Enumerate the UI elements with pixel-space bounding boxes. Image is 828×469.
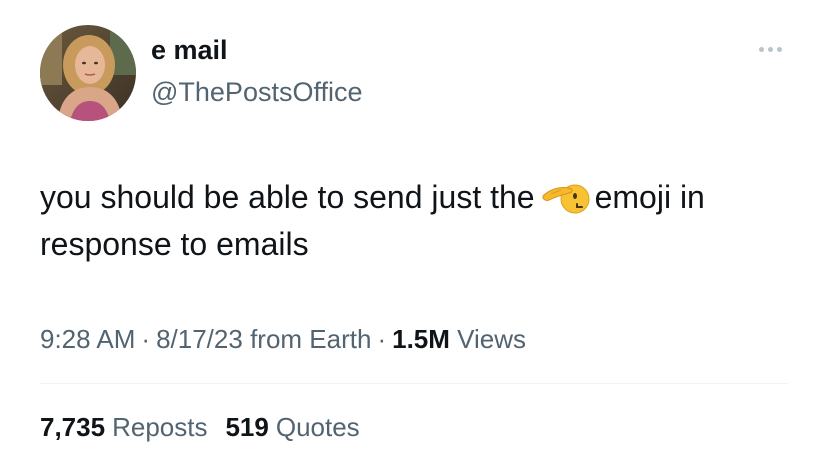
- tweet-date-link[interactable]: 8/17/23: [156, 324, 243, 354]
- quotes-count: 519: [225, 412, 269, 442]
- meta-separator: ·: [377, 324, 387, 354]
- tweet-text-line-1: you should be able to send just the emoj…: [40, 174, 800, 221]
- author-handle[interactable]: @ThePostsOffice: [151, 76, 363, 108]
- reposts-stat-link[interactable]: 7,735 Reposts: [40, 412, 207, 442]
- tweet-meta: 9:28 AM · 8/17/23 from Earth · 1.5M Views: [40, 322, 526, 356]
- divider: [40, 383, 788, 384]
- reposts-label: Reposts: [112, 412, 208, 442]
- tweet-text-line-2: response to emails: [40, 226, 309, 262]
- avatar[interactable]: [40, 25, 136, 121]
- more-options-button[interactable]: [750, 36, 790, 62]
- views-link[interactable]: 1.5M Views: [392, 324, 526, 354]
- tweet-text-before-emoji: you should be able to send just the: [40, 179, 535, 215]
- more-horizontal-icon-dot: [767, 46, 773, 52]
- more-horizontal-icon-dot: [776, 46, 782, 52]
- views-count: 1.5M: [392, 324, 450, 354]
- tweet-source: from Earth: [250, 324, 372, 354]
- quotes-stat-link[interactable]: 519 Quotes: [225, 412, 359, 442]
- profile-photo: [40, 25, 136, 121]
- views-label: Views: [457, 324, 527, 354]
- author-display-name[interactable]: e mail: [151, 34, 228, 66]
- tweet-time-link[interactable]: 9:28 AM: [40, 324, 135, 354]
- tweet-stats: 7,735 Reposts 519 Quotes: [40, 410, 378, 444]
- meta-separator: ·: [141, 324, 151, 354]
- tweet-text: you should be able to send just the emoj…: [40, 174, 800, 268]
- quotes-label: Quotes: [275, 412, 360, 442]
- reposts-count: 7,735: [40, 412, 106, 442]
- tweet-text-after-emoji: emoji in: [594, 179, 705, 215]
- saluting-face-emoji: [541, 184, 590, 214]
- more-horizontal-icon: [758, 46, 764, 52]
